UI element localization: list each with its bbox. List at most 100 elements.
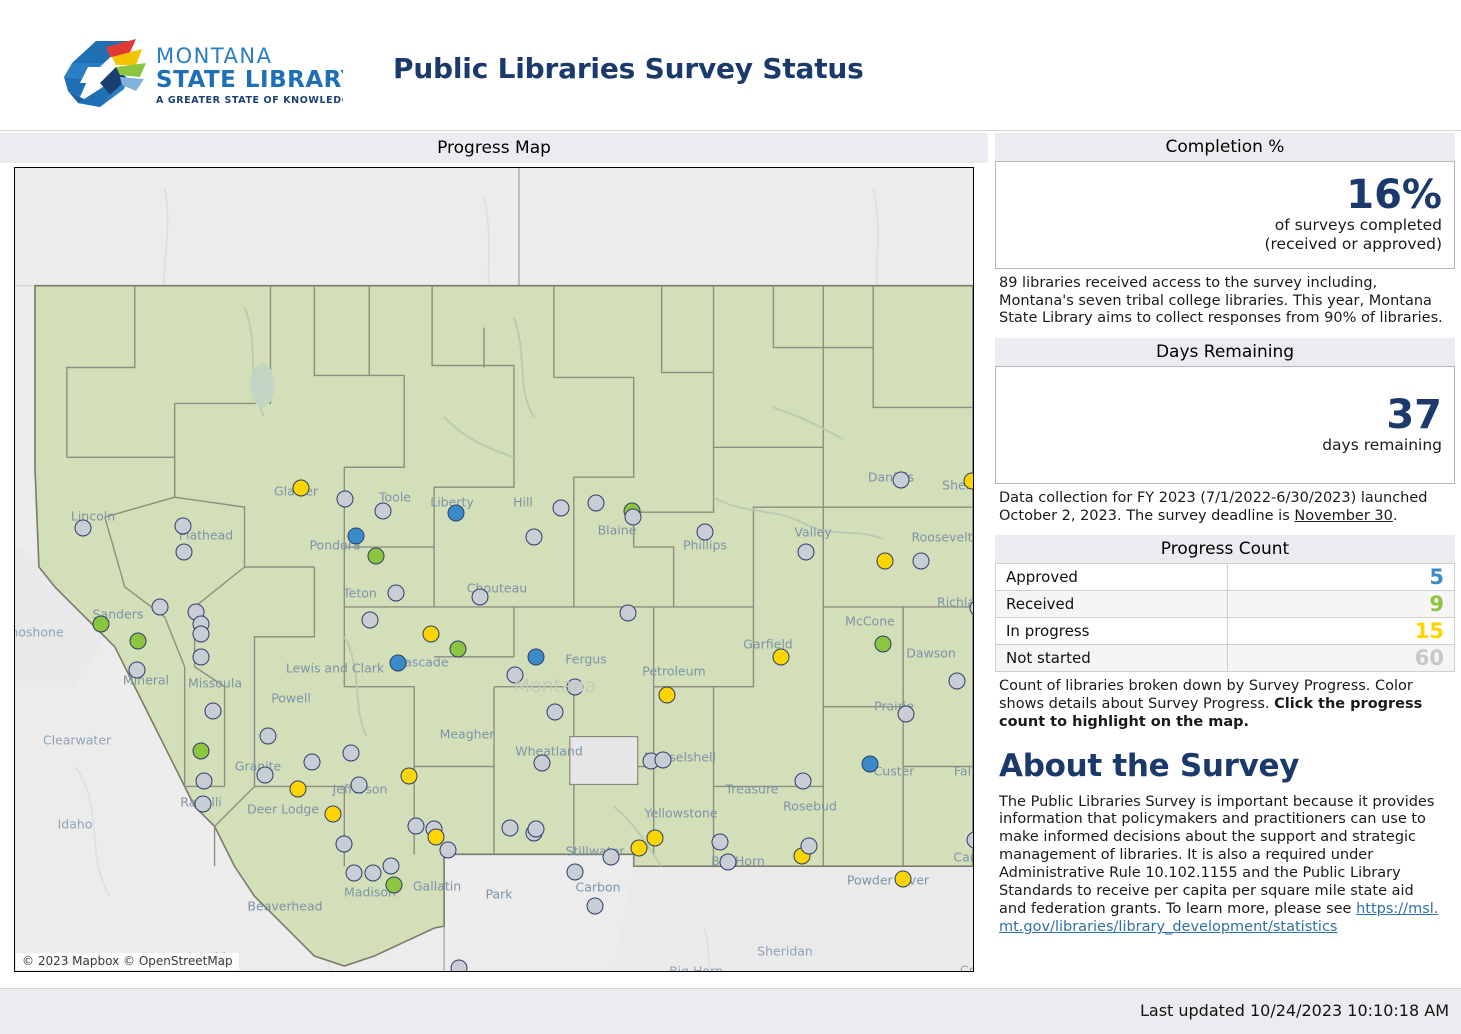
progress-count-value[interactable]: 60 [1227, 644, 1455, 673]
library-marker-notstarted[interactable] [546, 703, 564, 721]
library-marker-notstarted[interactable] [506, 666, 524, 684]
library-marker-notstarted[interactable] [345, 864, 363, 882]
library-marker-inprogress[interactable] [646, 829, 664, 847]
library-marker-notstarted[interactable] [439, 841, 457, 859]
library-marker-notstarted[interactable] [525, 528, 543, 546]
county-label: Treasure [725, 781, 779, 797]
library-marker-notstarted[interactable] [912, 552, 930, 570]
library-marker-notstarted[interactable] [192, 648, 210, 666]
library-marker-notstarted[interactable] [174, 517, 192, 535]
library-marker-notstarted[interactable] [382, 857, 400, 875]
progress-count-row[interactable]: Received 9 [995, 590, 1455, 619]
library-marker-notstarted[interactable] [192, 625, 210, 643]
library-marker-approved[interactable] [861, 755, 879, 773]
library-marker-received[interactable] [874, 635, 892, 653]
library-marker-received[interactable] [449, 640, 467, 658]
library-marker-inprogress[interactable] [400, 767, 418, 785]
library-marker-notstarted[interactable] [204, 702, 222, 720]
progress-count-value[interactable]: 9 [1227, 590, 1455, 619]
library-marker-notstarted[interactable] [151, 598, 169, 616]
county-label: Park [485, 886, 513, 902]
library-marker-received[interactable] [367, 547, 385, 565]
library-marker-notstarted[interactable] [74, 519, 92, 537]
library-marker-notstarted[interactable] [194, 795, 212, 813]
library-marker-notstarted[interactable] [892, 471, 910, 489]
library-marker-notstarted[interactable] [361, 611, 379, 629]
library-marker-notstarted[interactable] [501, 819, 519, 837]
library-marker-received[interactable] [385, 876, 403, 894]
library-marker-notstarted[interactable] [797, 543, 815, 561]
county-label: Dawson [906, 645, 956, 661]
library-marker-notstarted[interactable] [711, 833, 729, 851]
library-marker-inprogress[interactable] [772, 648, 790, 666]
progress-count-row[interactable]: In progress 15 [995, 617, 1455, 646]
library-marker-notstarted[interactable] [969, 599, 973, 617]
library-marker-received[interactable] [192, 742, 210, 760]
library-marker-notstarted[interactable] [948, 672, 966, 690]
library-marker-inprogress[interactable] [292, 479, 310, 497]
library-marker-notstarted[interactable] [364, 864, 382, 882]
library-marker-notstarted[interactable] [794, 772, 812, 790]
library-marker-inprogress[interactable] [324, 805, 342, 823]
progress-count-value[interactable]: 15 [1227, 617, 1455, 646]
library-marker-inprogress[interactable] [289, 780, 307, 798]
library-marker-notstarted[interactable] [336, 490, 354, 508]
library-marker-inprogress[interactable] [658, 686, 676, 704]
library-marker-inprogress[interactable] [894, 870, 912, 888]
library-marker-notstarted[interactable] [335, 835, 353, 853]
library-marker-notstarted[interactable] [471, 588, 489, 606]
library-marker-approved[interactable] [527, 648, 545, 666]
library-marker-notstarted[interactable] [342, 744, 360, 762]
county-label: Hill [513, 494, 533, 510]
library-marker-notstarted[interactable] [195, 772, 213, 790]
library-marker-notstarted[interactable] [566, 678, 584, 696]
county-label: Rosebud [783, 798, 837, 814]
library-marker-notstarted[interactable] [450, 959, 468, 971]
library-marker-notstarted[interactable] [259, 727, 277, 745]
library-marker-notstarted[interactable] [350, 776, 368, 794]
progress-count-row[interactable]: Approved 5 [995, 563, 1455, 592]
library-marker-notstarted[interactable] [256, 766, 274, 784]
library-marker-notstarted[interactable] [897, 705, 915, 723]
library-marker-notstarted[interactable] [800, 837, 818, 855]
about-body: The Public Libraries Survey is important… [999, 794, 1441, 938]
library-marker-notstarted[interactable] [387, 584, 405, 602]
outside-region-label: Clearwater [42, 732, 112, 748]
survey-deadline-link[interactable]: November 30 [1294, 508, 1393, 524]
library-marker-inprogress[interactable] [630, 839, 648, 857]
library-marker-notstarted[interactable] [374, 502, 392, 520]
library-marker-notstarted[interactable] [966, 831, 973, 849]
library-marker-notstarted[interactable] [719, 853, 737, 871]
library-marker-approved[interactable] [347, 527, 365, 545]
about-heading: About the Survey [999, 747, 1300, 784]
library-marker-notstarted[interactable] [303, 753, 321, 771]
library-marker-approved[interactable] [389, 654, 407, 672]
library-marker-notstarted[interactable] [602, 848, 620, 866]
library-marker-inprogress[interactable] [963, 472, 973, 490]
library-marker-received[interactable] [129, 632, 147, 650]
progress-count-row[interactable]: Not started 60 [995, 644, 1455, 673]
completion-note: 89 libraries received access to the surv… [999, 275, 1443, 327]
library-marker-notstarted[interactable] [175, 543, 193, 561]
library-marker-notstarted[interactable] [624, 508, 642, 526]
library-marker-notstarted[interactable] [407, 817, 425, 835]
progress-count-value[interactable]: 5 [1227, 563, 1455, 592]
library-marker-notstarted[interactable] [654, 751, 672, 769]
library-marker-notstarted[interactable] [696, 523, 714, 541]
library-marker-received[interactable] [92, 615, 110, 633]
library-marker-notstarted[interactable] [552, 499, 570, 517]
library-marker-notstarted[interactable] [586, 897, 604, 915]
library-marker-inprogress[interactable] [876, 552, 894, 570]
library-marker-notstarted[interactable] [533, 754, 551, 772]
library-marker-notstarted[interactable] [587, 494, 605, 512]
library-marker-notstarted[interactable] [527, 820, 545, 838]
county-label: Powder River [846, 872, 930, 888]
library-marker-notstarted[interactable] [619, 604, 637, 622]
library-marker-approved[interactable] [447, 504, 465, 522]
library-marker-inprogress[interactable] [422, 625, 440, 643]
right-pane: Completion % 16% of surveys completed (r… [995, 133, 1455, 981]
library-marker-notstarted[interactable] [128, 661, 146, 679]
library-marker-notstarted[interactable] [566, 863, 584, 881]
county-label: McCone [845, 613, 895, 629]
progress-map[interactable]: Lincoln Flathead Sanders Mineral Missoula Pow… [14, 167, 974, 972]
